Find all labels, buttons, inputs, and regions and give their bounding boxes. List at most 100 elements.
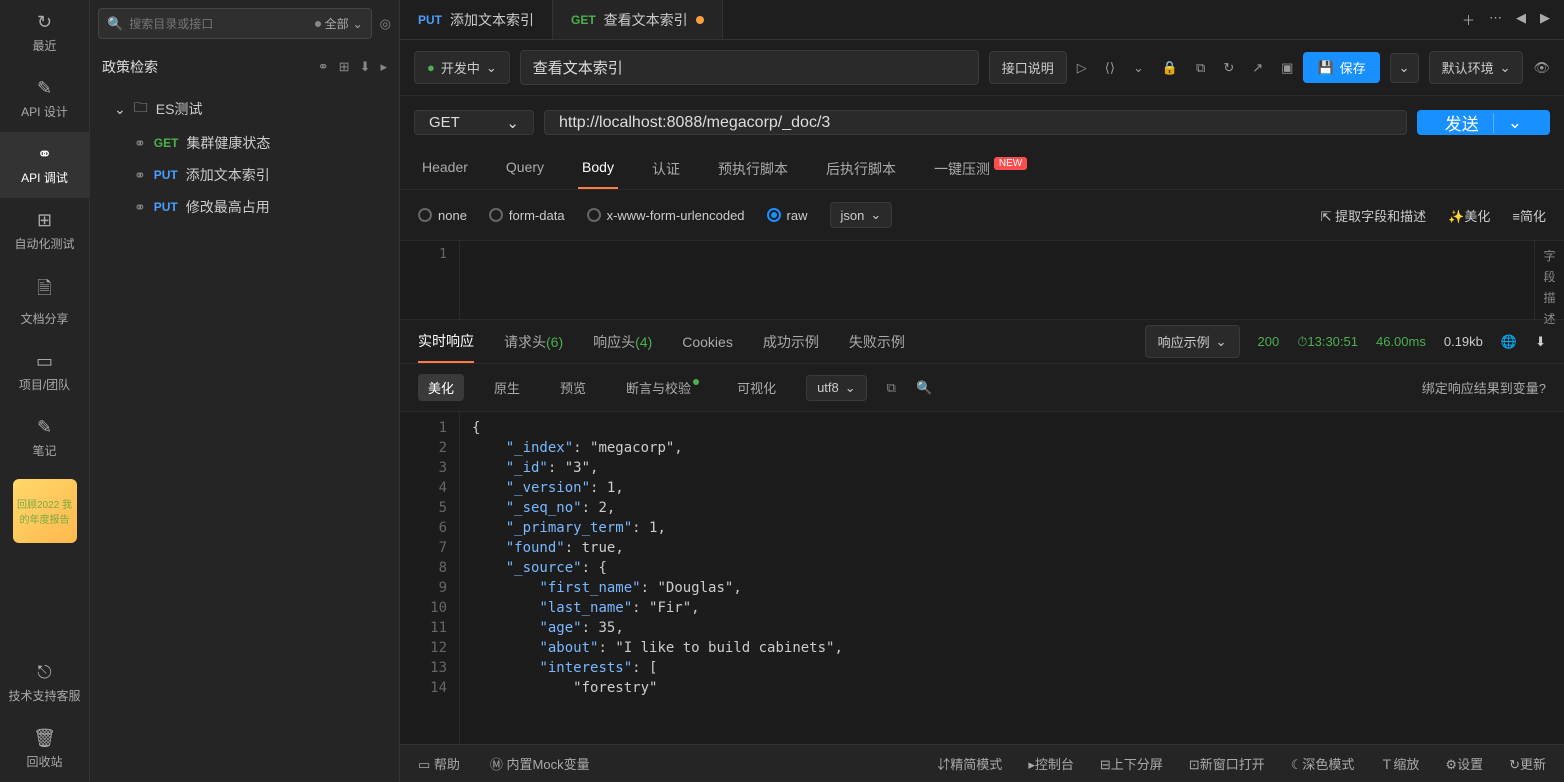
subtab-header[interactable]: Header xyxy=(418,149,472,189)
clock-icon: ↻ xyxy=(4,12,85,33)
chevron-down-icon[interactable]: ⌄ xyxy=(1493,113,1522,133)
download-icon[interactable]: ⬇ xyxy=(360,59,371,75)
more-icon[interactable]: ⋯ xyxy=(1489,10,1502,29)
resp-tab-success[interactable]: 成功示例 xyxy=(763,322,819,362)
export-icon[interactable]: ↗ xyxy=(1252,60,1263,76)
dark-link[interactable]: ☾深色模式 xyxy=(1291,754,1355,773)
nav-doc-share[interactable]: 🗎文档分享 xyxy=(0,264,89,339)
tree-item-health[interactable]: ⚭GET集群健康状态 xyxy=(90,127,399,159)
grid-icon: ⊞ xyxy=(4,210,85,231)
play-icon[interactable]: ▸ xyxy=(380,59,387,75)
copy-icon[interactable]: ⧉ xyxy=(1196,60,1205,76)
search-box[interactable]: 🔍 全部 ⌄ xyxy=(98,8,372,39)
nav-support[interactable]: ⎋技术支持客服 xyxy=(0,650,89,716)
tree-item-modify[interactable]: ⚭PUT修改最高占用 xyxy=(90,191,399,223)
chevron-down-icon: ⌄ xyxy=(353,17,363,31)
compact-link[interactable]: ⇵精简模式 xyxy=(937,754,1002,773)
resp-tab-realtime[interactable]: 实时响应 xyxy=(418,321,474,363)
target-icon[interactable]: ◎ xyxy=(380,16,391,32)
prev-icon[interactable]: ◀ xyxy=(1516,10,1526,29)
view-raw[interactable]: 原生 xyxy=(484,374,530,401)
help-link[interactable]: ▭ 帮助 xyxy=(418,754,460,773)
subtab-body[interactable]: Body xyxy=(578,149,618,189)
layout-icon[interactable]: ▣ xyxy=(1281,60,1293,76)
subtab-postscript[interactable]: 后执行脚本 xyxy=(822,149,900,189)
tab-get-view[interactable]: GET查看文本索引 xyxy=(553,0,723,39)
json-gutter: 1234567891011121314 xyxy=(400,412,460,744)
subtab-loadtest[interactable]: 一键压测 NEW xyxy=(930,149,1031,189)
body-editor[interactable]: 1 字段描述 xyxy=(400,240,1564,320)
tree-item-add-index[interactable]: ⚭PUT添加文本索引 xyxy=(90,159,399,191)
extract-link[interactable]: ⇱ 提取字段和描述 xyxy=(1321,206,1427,225)
radio-raw[interactable]: raw xyxy=(767,208,808,223)
view-visual[interactable]: 可视化 xyxy=(727,374,786,401)
radio-urlencoded[interactable]: x-www-form-urlencoded xyxy=(587,208,745,223)
add-icon[interactable]: ⊞ xyxy=(339,59,350,75)
tree-folder[interactable]: ⌄🗀ES测试 xyxy=(90,91,399,127)
mock-link[interactable]: Ⓜ 内置Mock变量 xyxy=(490,754,590,773)
newwin-link[interactable]: ⊡新窗口打开 xyxy=(1189,754,1265,773)
body-type-select[interactable]: json⌄ xyxy=(830,202,893,228)
left-navbar: ↻最近 ✎API 设计 ⚭API 调试 ⊞自动化测试 🗎文档分享 ▭项目/团队 … xyxy=(0,0,90,782)
view-assert[interactable]: 断言与校验 xyxy=(616,374,707,401)
request-subtabs: Header Query Body 认证 预执行脚本 后执行脚本 一键压测 NE… xyxy=(400,149,1564,190)
resp-tab-cookies[interactable]: Cookies xyxy=(682,324,733,360)
resp-tab-reqhead[interactable]: 请求头(6) xyxy=(504,322,563,362)
simplify-link[interactable]: ≡简化 xyxy=(1512,206,1546,225)
api-name-input[interactable]: 查看文本索引 xyxy=(520,50,979,85)
eye-icon[interactable]: 👁 xyxy=(1533,60,1550,76)
scope-pill[interactable]: 全部 ⌄ xyxy=(315,15,363,32)
console-link[interactable]: ▸控制台 xyxy=(1028,754,1074,773)
refresh-link[interactable]: ↻更新 xyxy=(1509,754,1546,773)
save-button[interactable]: 💾保存 xyxy=(1303,52,1379,83)
refresh-icon[interactable]: ↻ xyxy=(1223,60,1234,76)
nav-api-debug[interactable]: ⚭API 调试 xyxy=(0,132,89,198)
nav-recent[interactable]: ↻最近 xyxy=(0,0,89,66)
env-select[interactable]: 默认环境⌄ xyxy=(1429,51,1524,84)
code-icon[interactable]: ⟨⟩ xyxy=(1105,60,1115,76)
url-input[interactable]: http://localhost:8088/megacorp/_doc/3 xyxy=(544,110,1407,135)
subtab-auth[interactable]: 认证 xyxy=(648,149,684,189)
beautify-link[interactable]: ✨美化 xyxy=(1448,206,1490,225)
play-icon[interactable]: ▷ xyxy=(1077,60,1087,76)
view-beautify[interactable]: 美化 xyxy=(418,374,464,401)
send-button[interactable]: 发送⌄ xyxy=(1417,110,1550,135)
nav-auto-test[interactable]: ⊞自动化测试 xyxy=(0,198,89,264)
dot-icon xyxy=(693,379,699,385)
radio-formdata[interactable]: form-data xyxy=(489,208,565,223)
json-viewer[interactable]: 1234567891011121314 { "_index": "megacor… xyxy=(400,412,1564,744)
save-dropdown[interactable]: ⌄ xyxy=(1390,53,1419,83)
globe-icon[interactable]: 🌐 xyxy=(1501,334,1517,350)
bind-var-link[interactable]: 绑定响应结果到变量? xyxy=(1422,378,1546,397)
bottom-bar: ▭ 帮助 Ⓜ 内置Mock变量 ⇵精简模式 ▸控制台 ⊟上下分屏 ⊡新窗口打开 … xyxy=(400,744,1564,782)
nav-project-team[interactable]: ▭项目/团队 xyxy=(0,339,89,405)
tab-put-add[interactable]: PUT添加文本索引 xyxy=(400,0,553,39)
subtab-query[interactable]: Query xyxy=(502,149,548,189)
download-icon[interactable]: ⬇ xyxy=(1535,334,1546,350)
lock-icon[interactable]: 🔒 xyxy=(1162,60,1178,76)
zoom-link[interactable]: Ｔ缩放 xyxy=(1380,754,1419,773)
resp-tab-fail[interactable]: 失败示例 xyxy=(849,322,905,362)
nav-api-design[interactable]: ✎API 设计 xyxy=(0,66,89,132)
link-icon[interactable]: ⚭ xyxy=(318,59,329,75)
status-chip[interactable]: ●开发中⌄ xyxy=(414,51,510,84)
view-preview[interactable]: 预览 xyxy=(550,374,596,401)
split-link[interactable]: ⊟上下分屏 xyxy=(1100,754,1163,773)
resp-tab-reshead[interactable]: 响应头(4) xyxy=(593,322,652,362)
spec-button[interactable]: 接口说明 xyxy=(989,51,1067,84)
encoding-select[interactable]: utf8⌄ xyxy=(806,375,867,401)
example-select[interactable]: 响应示例 ⌄ xyxy=(1145,325,1240,358)
nav-trash[interactable]: 🗑回收站 xyxy=(0,716,89,782)
search-input[interactable] xyxy=(129,17,308,31)
radio-none[interactable]: none xyxy=(418,208,467,223)
method-select[interactable]: GET⌄ xyxy=(414,110,534,135)
settings-link[interactable]: ⚙设置 xyxy=(1445,754,1483,773)
subtab-prescript[interactable]: 预执行脚本 xyxy=(714,149,792,189)
view-options: 美化 原生 预览 断言与校验 可视化 utf8⌄ ⧉ 🔍 绑定响应结果到变量? xyxy=(400,364,1564,412)
add-tab-icon[interactable]: ＋ xyxy=(1462,10,1475,29)
promo-2022[interactable]: 回顾2022 我的年度报告 xyxy=(13,479,77,543)
nav-notes[interactable]: ✎笔记 xyxy=(0,405,89,471)
copy-icon[interactable]: ⧉ xyxy=(887,380,896,396)
next-icon[interactable]: ▶ xyxy=(1540,10,1550,29)
search-icon[interactable]: 🔍 xyxy=(916,380,932,396)
